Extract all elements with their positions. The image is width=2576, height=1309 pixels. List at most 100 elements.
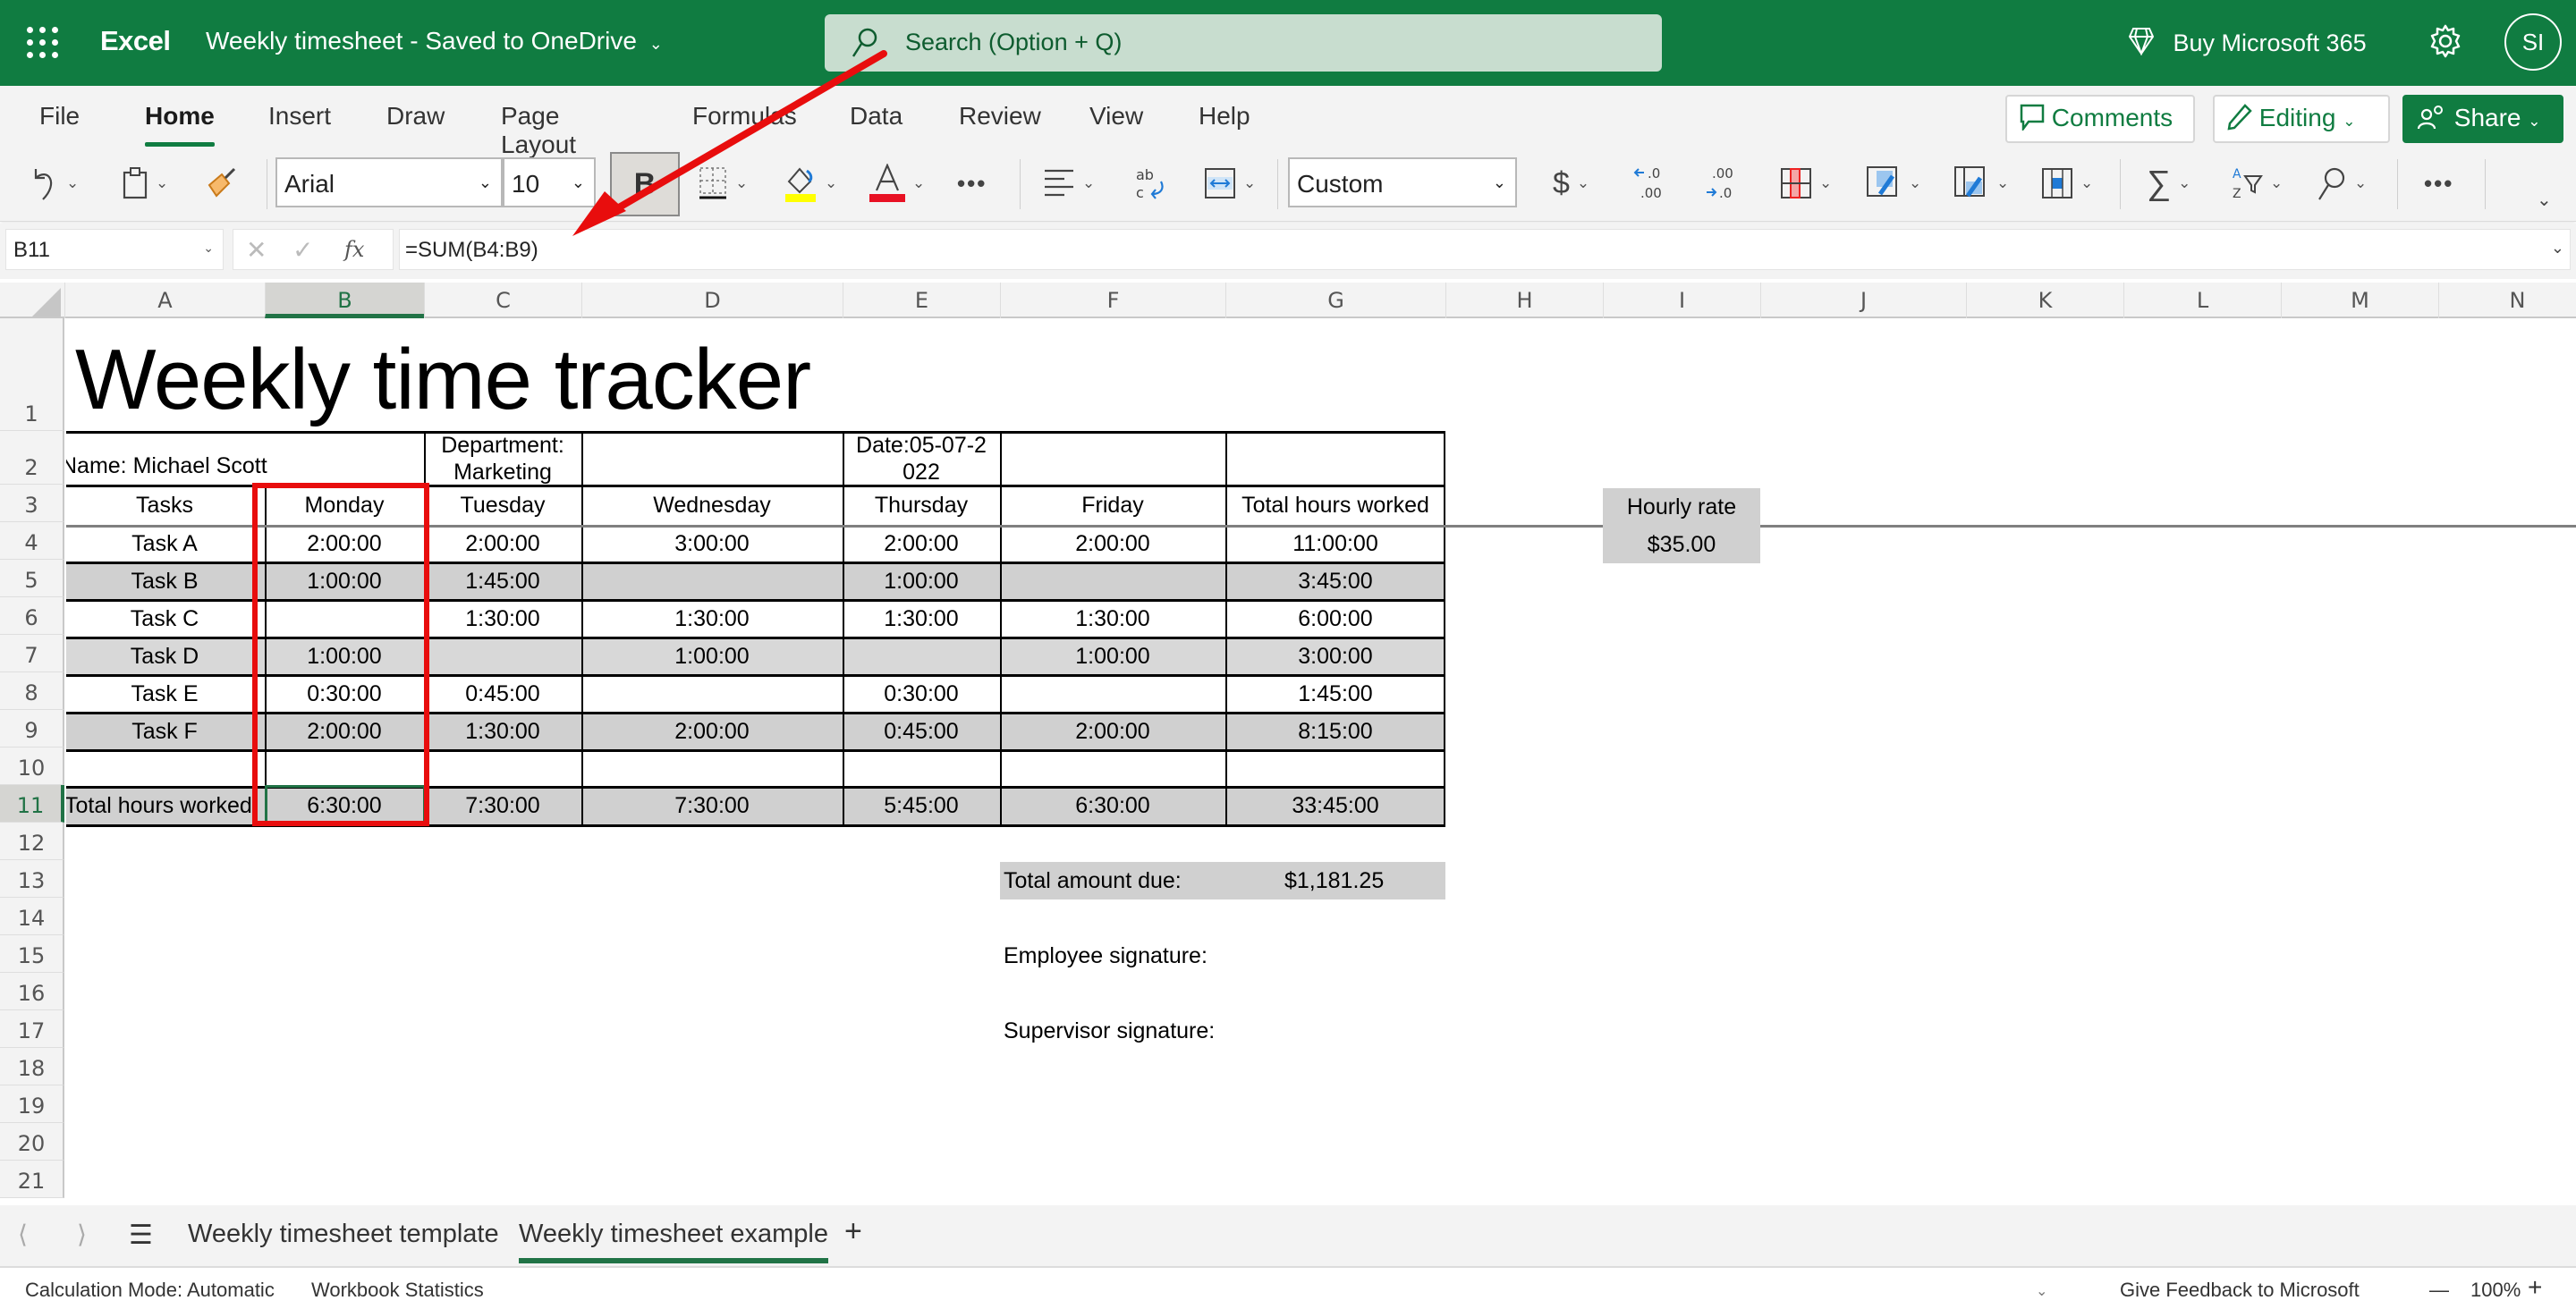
time-cell[interactable]: 0:45:00 bbox=[424, 675, 581, 713]
cell-styles-button[interactable]: ⌄ bbox=[1953, 161, 2009, 206]
time-cell[interactable]: 2:00:00 bbox=[1000, 525, 1225, 562]
row-header-11[interactable]: 11 bbox=[0, 785, 64, 823]
row-header-7[interactable]: 7 bbox=[0, 635, 64, 672]
time-cell[interactable] bbox=[1000, 562, 1225, 600]
paste-button[interactable]: ⌄ bbox=[122, 161, 168, 206]
column-header-j[interactable]: J bbox=[1760, 283, 1966, 318]
tab-formulas[interactable]: Formulas bbox=[692, 102, 797, 131]
previous-sheet-icon[interactable]: ⟨ bbox=[18, 1220, 28, 1249]
column-header-i[interactable]: I bbox=[1603, 283, 1760, 318]
time-cell[interactable]: 2:00:00 bbox=[581, 713, 843, 750]
time-cell[interactable]: 1:30:00 bbox=[581, 600, 843, 638]
expand-formula-icon[interactable]: ⌄ bbox=[2551, 239, 2564, 258]
share-button[interactable]: Share ⌄ bbox=[2402, 95, 2563, 143]
find-select-button[interactable]: ⌄ bbox=[2317, 161, 2367, 206]
task-name-cell[interactable]: Task E bbox=[66, 675, 265, 713]
task-name-cell[interactable]: Task D bbox=[66, 638, 265, 675]
sort-filter-button[interactable]: AZ ⌄ bbox=[2231, 161, 2283, 206]
sheet-title[interactable]: Weekly time tracker bbox=[75, 331, 811, 429]
decrease-decimal-button[interactable]: .0.00 bbox=[1633, 161, 1669, 206]
row-header-19[interactable]: 19 bbox=[0, 1085, 64, 1123]
task-name-cell[interactable]: Task A bbox=[66, 525, 265, 562]
time-cell[interactable] bbox=[424, 638, 581, 675]
sheet-tab-template[interactable]: Weekly timesheet template bbox=[188, 1220, 499, 1249]
row-header-17[interactable]: 17 bbox=[0, 1010, 64, 1048]
row-header-21[interactable]: 21 bbox=[0, 1161, 64, 1198]
row-header-4[interactable]: 4 bbox=[0, 522, 64, 560]
buy-microsoft-365-button[interactable]: Buy Microsoft 365 bbox=[2128, 27, 2367, 57]
zoom-out-button[interactable]: — bbox=[2429, 1279, 2449, 1302]
user-avatar[interactable]: SI bbox=[2504, 13, 2562, 71]
autosum-button[interactable]: ∑ ⌄ bbox=[2147, 161, 2190, 206]
time-cell[interactable]: 8:15:00 bbox=[1225, 713, 1445, 750]
formula-input[interactable]: =SUM(B4:B9) ⌄ bbox=[399, 229, 2571, 270]
more-options-button[interactable]: ••• bbox=[2424, 161, 2453, 206]
tab-view[interactable]: View bbox=[1089, 102, 1143, 131]
row-header-14[interactable]: 14 bbox=[0, 898, 64, 935]
column-header-e[interactable]: E bbox=[843, 283, 1000, 318]
select-all-button[interactable] bbox=[32, 288, 61, 317]
hourly-rate-value[interactable]: $35.00 bbox=[1603, 526, 1760, 563]
comments-button[interactable]: Comments bbox=[2005, 95, 2195, 143]
time-cell[interactable] bbox=[1000, 675, 1225, 713]
align-button[interactable]: ⌄ bbox=[1043, 161, 1095, 206]
total-time-cell[interactable]: 33:45:00 bbox=[1225, 787, 1445, 824]
date-cell[interactable]: Date:05-07-2 022 bbox=[843, 431, 1000, 486]
total-time-cell[interactable]: 7:30:00 bbox=[424, 787, 581, 824]
employee-signature-label[interactable]: Employee signature: bbox=[1004, 937, 1208, 975]
time-cell[interactable]: 6:00:00 bbox=[1225, 600, 1445, 638]
header-cell[interactable]: Tuesday bbox=[424, 486, 581, 524]
tab-file[interactable]: File bbox=[39, 102, 80, 131]
row-header-6[interactable]: 6 bbox=[0, 597, 64, 635]
task-name-cell[interactable]: Task B bbox=[66, 562, 265, 600]
column-header-f[interactable]: F bbox=[1000, 283, 1225, 318]
bold-button[interactable]: B bbox=[610, 152, 680, 216]
time-cell[interactable] bbox=[581, 675, 843, 713]
tab-draw[interactable]: Draw bbox=[386, 102, 445, 131]
next-sheet-icon[interactable]: ⟩ bbox=[77, 1220, 87, 1249]
wrap-text-button[interactable]: ab c bbox=[1134, 161, 1166, 206]
hourly-rate-label[interactable]: Hourly rate bbox=[1603, 488, 1760, 526]
time-cell[interactable]: 2:00:00 bbox=[424, 525, 581, 562]
time-cell[interactable]: 11:00:00 bbox=[1225, 525, 1445, 562]
row-header-20[interactable]: 20 bbox=[0, 1123, 64, 1161]
increase-decimal-button[interactable]: .00.0 bbox=[1705, 161, 1741, 206]
supervisor-signature-label[interactable]: Supervisor signature: bbox=[1004, 1012, 1215, 1050]
row-header-3[interactable]: 3 bbox=[0, 485, 64, 522]
sheet-tab-example[interactable]: Weekly timesheet example bbox=[519, 1220, 829, 1263]
number-format-select[interactable]: Custom ⌄ bbox=[1288, 157, 1517, 207]
time-cell[interactable] bbox=[843, 638, 1000, 675]
time-cell[interactable]: 0:45:00 bbox=[843, 713, 1000, 750]
settings-gear-icon[interactable] bbox=[2428, 23, 2463, 59]
font-size-select[interactable]: 10 ⌄ bbox=[503, 157, 596, 207]
column-header-k[interactable]: K bbox=[1966, 283, 2123, 318]
time-cell[interactable]: 1:30:00 bbox=[424, 713, 581, 750]
header-cell[interactable]: Total hours worked bbox=[1225, 486, 1445, 524]
time-cell[interactable]: 1:00:00 bbox=[843, 562, 1000, 600]
header-cell[interactable]: Thursday bbox=[843, 486, 1000, 524]
column-header-l[interactable]: L bbox=[2123, 283, 2281, 318]
add-sheet-button[interactable]: + bbox=[844, 1214, 862, 1249]
app-launcher-icon[interactable] bbox=[27, 27, 59, 59]
freeze-pane-divider[interactable] bbox=[66, 525, 2576, 528]
all-sheets-menu-icon[interactable]: ☰ bbox=[129, 1220, 153, 1251]
time-cell[interactable]: 1:00:00 bbox=[1000, 638, 1225, 675]
merge-cells-button[interactable]: ⌄ bbox=[1204, 161, 1256, 206]
column-header-b[interactable]: B bbox=[265, 283, 424, 318]
header-cell[interactable]: Tasks bbox=[66, 486, 265, 524]
conditional-formatting-button[interactable]: ⌄ bbox=[1780, 161, 1832, 206]
calculation-mode[interactable]: Calculation Mode: Automatic bbox=[25, 1279, 275, 1302]
time-cell[interactable]: 3:45:00 bbox=[1225, 562, 1445, 600]
tab-home[interactable]: Home bbox=[145, 102, 215, 147]
row-header-13[interactable]: 13 bbox=[0, 860, 64, 898]
editing-mode-button[interactable]: Editing ⌄ bbox=[2213, 95, 2390, 143]
row-header-18[interactable]: 18 bbox=[0, 1048, 64, 1085]
search-box[interactable]: Search (Option + Q) bbox=[825, 14, 1662, 72]
document-title[interactable]: Weekly timesheet - Saved to OneDrive ⌄ bbox=[206, 27, 663, 55]
undo-button[interactable]: ⌄ bbox=[32, 161, 79, 206]
time-cell[interactable]: 3:00:00 bbox=[581, 525, 843, 562]
total-time-cell[interactable]: 7:30:00 bbox=[581, 787, 843, 824]
zoom-level[interactable]: 100% bbox=[2470, 1279, 2521, 1302]
workbook-statistics[interactable]: Workbook Statistics bbox=[311, 1279, 484, 1302]
row-header-10[interactable]: 10 bbox=[0, 747, 64, 785]
